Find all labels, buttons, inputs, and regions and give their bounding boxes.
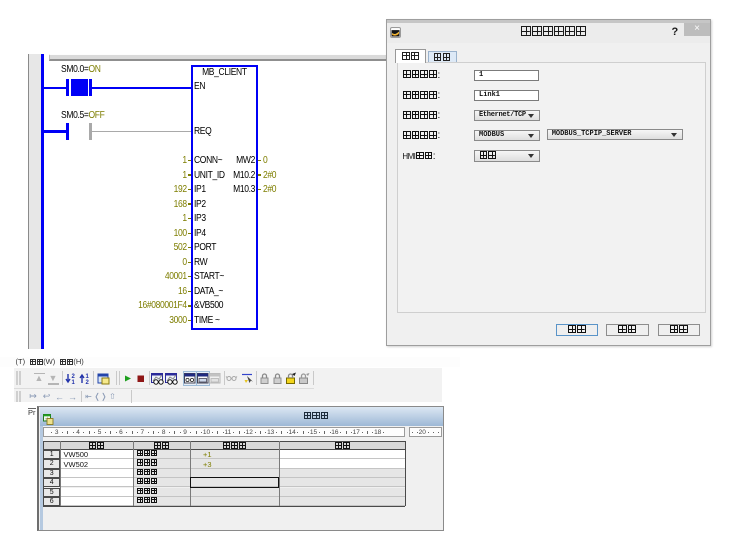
svg-text:2: 2 — [86, 380, 90, 385]
svg-text:1: 1 — [71, 380, 75, 385]
